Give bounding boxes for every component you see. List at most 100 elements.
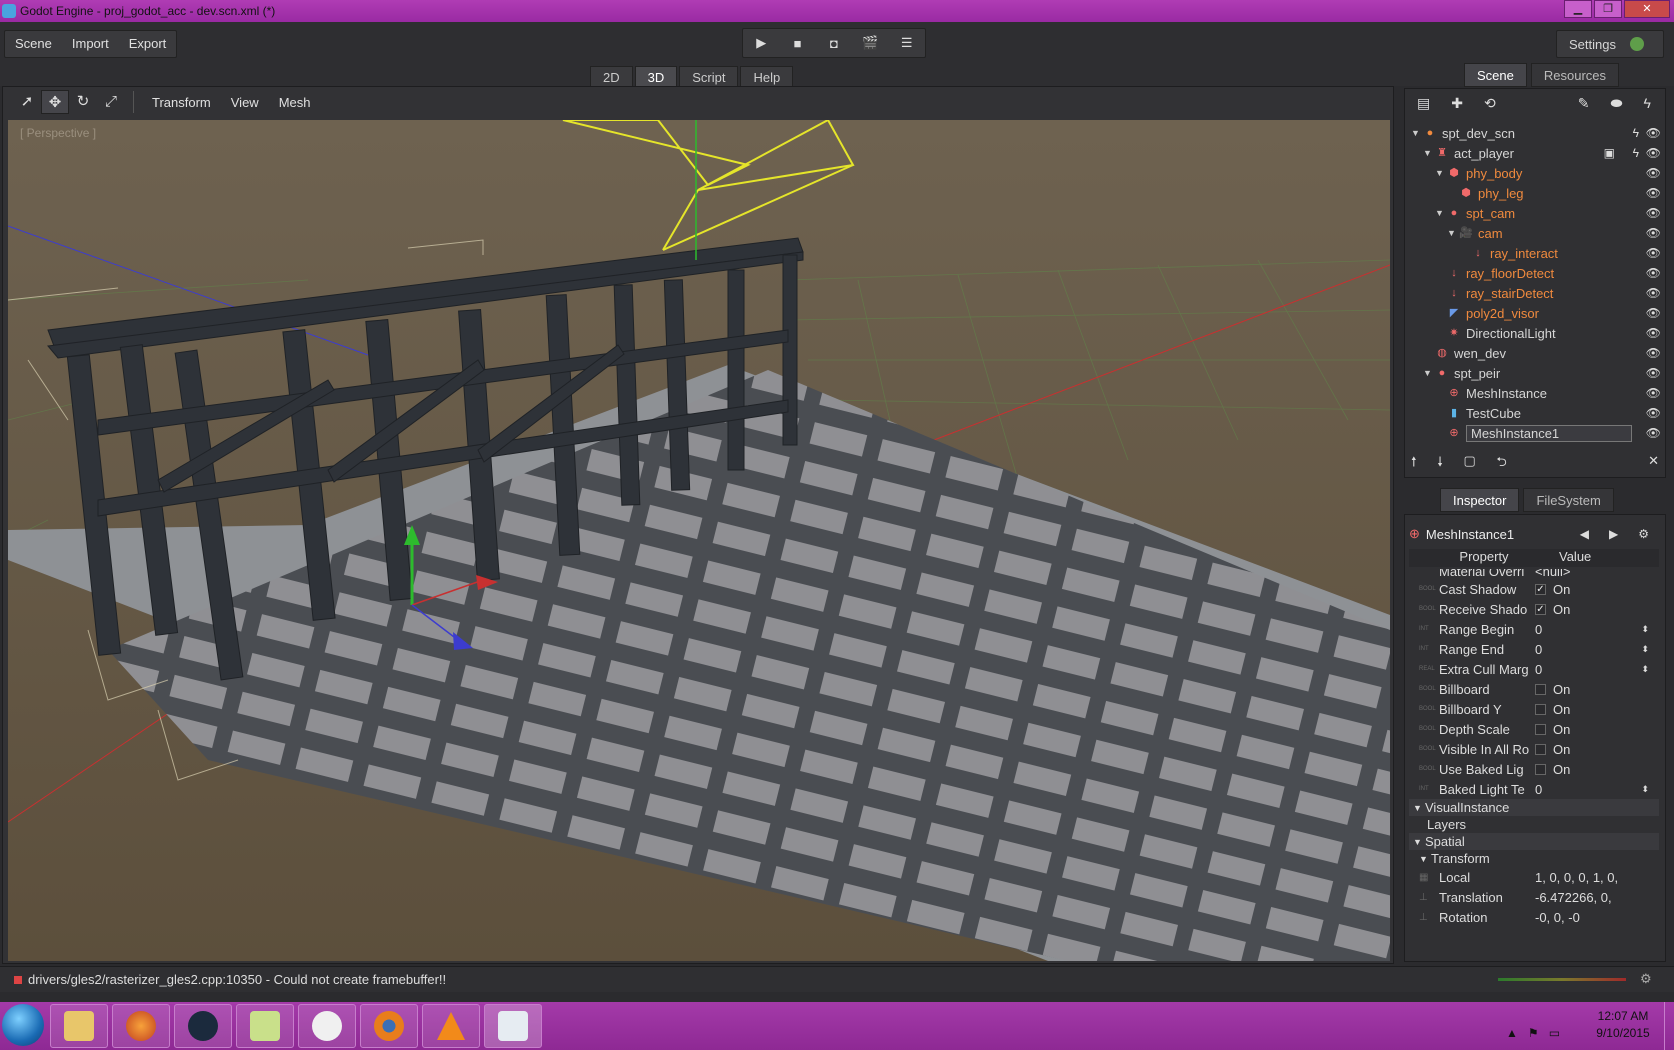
action-center-icon[interactable]: ▭: [1549, 1026, 1560, 1040]
visibility-eye-icon[interactable]: 👁: [1646, 246, 1661, 260]
collapse-arrow-icon[interactable]: ▼: [1419, 854, 1431, 864]
menu-view[interactable]: View: [221, 95, 269, 110]
add-node-icon[interactable]: ✚: [1451, 95, 1463, 117]
edit-icon[interactable]: ✎: [1578, 95, 1590, 117]
clock[interactable]: 12:07 AM 9/10/2015: [1588, 1008, 1658, 1042]
menu-import[interactable]: Import: [62, 31, 119, 57]
tree-item-act-player[interactable]: ▼ ♜ act_player ▣ ϟ 👁: [1407, 143, 1663, 163]
tab-2d[interactable]: 2D: [590, 66, 633, 88]
group-icon[interactable]: ▣: [1604, 146, 1615, 160]
visibility-eye-icon[interactable]: 👁: [1646, 286, 1661, 300]
visibility-eye-icon[interactable]: 👁: [1646, 386, 1661, 400]
instance-icon[interactable]: ⬬: [1611, 95, 1623, 117]
blender-icon[interactable]: [360, 1004, 418, 1048]
move-tool-icon[interactable]: ✥: [41, 90, 69, 114]
checkbox[interactable]: ✓: [1535, 583, 1546, 595]
tab-help[interactable]: Help: [740, 66, 794, 88]
godot-icon[interactable]: [298, 1004, 356, 1048]
prop-baked-light-texture[interactable]: INT Baked Light Te 0 ⬍: [1409, 779, 1659, 799]
new-scene-icon[interactable]: ▤: [1417, 95, 1430, 117]
minimize-button[interactable]: ▁: [1564, 0, 1592, 18]
prop-billboard-y[interactable]: BOOL Billboard Y On: [1409, 699, 1659, 719]
prop-depth-scale[interactable]: BOOL Depth Scale On: [1409, 719, 1659, 739]
visibility-eye-icon[interactable]: 👁: [1646, 426, 1661, 440]
firefox-icon[interactable]: [112, 1004, 170, 1048]
gear-icon[interactable]: ⚙: [1640, 971, 1652, 987]
menu-mesh[interactable]: Mesh: [269, 95, 321, 110]
notepad-icon[interactable]: [236, 1004, 294, 1048]
settings-button[interactable]: Settings: [1556, 30, 1664, 58]
status-message[interactable]: drivers/gles2/rasterizer_gles2.cpp:10350…: [28, 972, 446, 987]
script-icon[interactable]: ϟ: [1633, 126, 1639, 140]
prop-extra-cull-margin[interactable]: REAL Extra Cull Marg 0 ⬍: [1409, 659, 1659, 679]
prop-use-baked-light[interactable]: BOOL Use Baked Lig On: [1409, 759, 1659, 779]
steam-icon[interactable]: [174, 1004, 232, 1048]
replace-icon[interactable]: ⟲: [1484, 95, 1496, 117]
3d-viewport[interactable]: [ Perspective ]: [8, 120, 1390, 961]
select-tool-icon[interactable]: ➚: [13, 90, 41, 114]
visibility-eye-icon[interactable]: 👁: [1646, 366, 1661, 380]
perspective-label[interactable]: [ Perspective ]: [20, 126, 96, 140]
prop-translation[interactable]: ⊥ Translation -6.472266, 0,: [1409, 887, 1659, 907]
play-icon[interactable]: ▶: [749, 35, 773, 51]
tree-item-meshinstance[interactable]: ⊕ MeshInstance 👁: [1407, 383, 1663, 403]
rotate-tool-icon[interactable]: ↻: [69, 90, 97, 114]
checkbox[interactable]: [1535, 763, 1546, 775]
show-desktop-button[interactable]: [1664, 1002, 1674, 1050]
checkbox[interactable]: ✓: [1535, 603, 1546, 615]
collapse-arrow-icon[interactable]: ▼: [1413, 803, 1425, 813]
restore-button[interactable]: ❐: [1594, 0, 1622, 18]
tab-inspector[interactable]: Inspector: [1440, 488, 1520, 512]
delete-node-icon[interactable]: ✕: [1648, 453, 1659, 473]
subsection-transform[interactable]: ▼ Transform: [1409, 850, 1659, 867]
prop-visible-in-all-rooms[interactable]: BOOL Visible In All Ro On: [1409, 739, 1659, 759]
spinner-icon[interactable]: ⬍: [1641, 784, 1649, 795]
tab-3d[interactable]: 3D: [634, 66, 678, 88]
collapse-arrow-icon[interactable]: ▼: [1447, 228, 1459, 238]
tree-item-poly2d-visor[interactable]: ◤ poly2d_visor 👁: [1407, 303, 1663, 323]
prop-layers[interactable]: Layers: [1409, 816, 1659, 833]
section-visualinstance[interactable]: ▼ VisualInstance: [1409, 799, 1659, 816]
explorer-icon[interactable]: [50, 1004, 108, 1048]
tab-filesystem[interactable]: FileSystem: [1523, 488, 1614, 512]
tree-item-directionallight[interactable]: ✷ DirectionalLight 👁: [1407, 323, 1663, 343]
script-icon[interactable]: ϟ: [1644, 95, 1651, 117]
prop-billboard[interactable]: BOOL Billboard On: [1409, 679, 1659, 699]
vlc-icon[interactable]: [422, 1004, 480, 1048]
tree-item-ray-floordetect[interactable]: ↓ ray_floorDetect 👁: [1407, 263, 1663, 283]
tree-item-spt-dev-scn[interactable]: ▼ ● spt_dev_scn ϟ 👁: [1407, 123, 1663, 143]
checkbox[interactable]: [1535, 683, 1546, 695]
collapse-arrow-icon[interactable]: ▼: [1435, 168, 1447, 178]
tree-item-ray-stairdetect[interactable]: ↓ ray_stairDetect 👁: [1407, 283, 1663, 303]
object-menu-gear-icon[interactable]: ⚙: [1638, 527, 1649, 541]
tree-item-spt-peir[interactable]: ▼ ● spt_peir 👁: [1407, 363, 1663, 383]
spinner-icon[interactable]: ⬍: [1641, 624, 1649, 635]
checkbox[interactable]: [1535, 703, 1546, 715]
tree-item-cam[interactable]: ▼ 🎥 cam 👁: [1407, 223, 1663, 243]
visibility-eye-icon[interactable]: 👁: [1646, 346, 1661, 360]
prop-range-end[interactable]: INT Range End 0 ⬍: [1409, 639, 1659, 659]
start-button[interactable]: [2, 1004, 44, 1046]
move-down-icon[interactable]: 🠗: [1437, 453, 1443, 473]
visibility-eye-icon[interactable]: 👁: [1646, 266, 1661, 280]
scale-tool-icon[interactable]: ⤢: [97, 90, 125, 114]
tree-item-phy-leg[interactable]: ⬢ phy_leg 👁: [1407, 183, 1663, 203]
history-forward-icon[interactable]: ▶: [1609, 527, 1618, 541]
tree-item-testcube[interactable]: ▮ TestCube 👁: [1407, 403, 1663, 423]
visibility-eye-icon[interactable]: 👁: [1646, 206, 1661, 220]
move-up-icon[interactable]: 🠕: [1411, 453, 1417, 473]
visibility-eye-icon[interactable]: 👁: [1646, 186, 1661, 200]
menu-transform[interactable]: Transform: [142, 95, 221, 110]
collapse-arrow-icon[interactable]: ▼: [1423, 368, 1435, 378]
prop-rotation[interactable]: ⊥ Rotation -0, 0, -0: [1409, 907, 1659, 927]
tree-item-meshinstance1[interactable]: ⊕ MeshInstance1 👁: [1407, 423, 1663, 443]
visibility-eye-icon[interactable]: 👁: [1646, 406, 1661, 420]
collapse-arrow-icon[interactable]: ▼: [1413, 837, 1425, 847]
checkbox[interactable]: [1535, 743, 1546, 755]
tree-item-spt-cam[interactable]: ▼ ● spt_cam 👁: [1407, 203, 1663, 223]
debug-options-icon[interactable]: ☰: [895, 35, 919, 51]
script-icon[interactable]: ϟ: [1633, 146, 1639, 160]
collapse-arrow-icon[interactable]: ▼: [1435, 208, 1447, 218]
visibility-eye-icon[interactable]: 👁: [1646, 226, 1661, 240]
collapse-arrow-icon[interactable]: ▼: [1411, 128, 1423, 138]
